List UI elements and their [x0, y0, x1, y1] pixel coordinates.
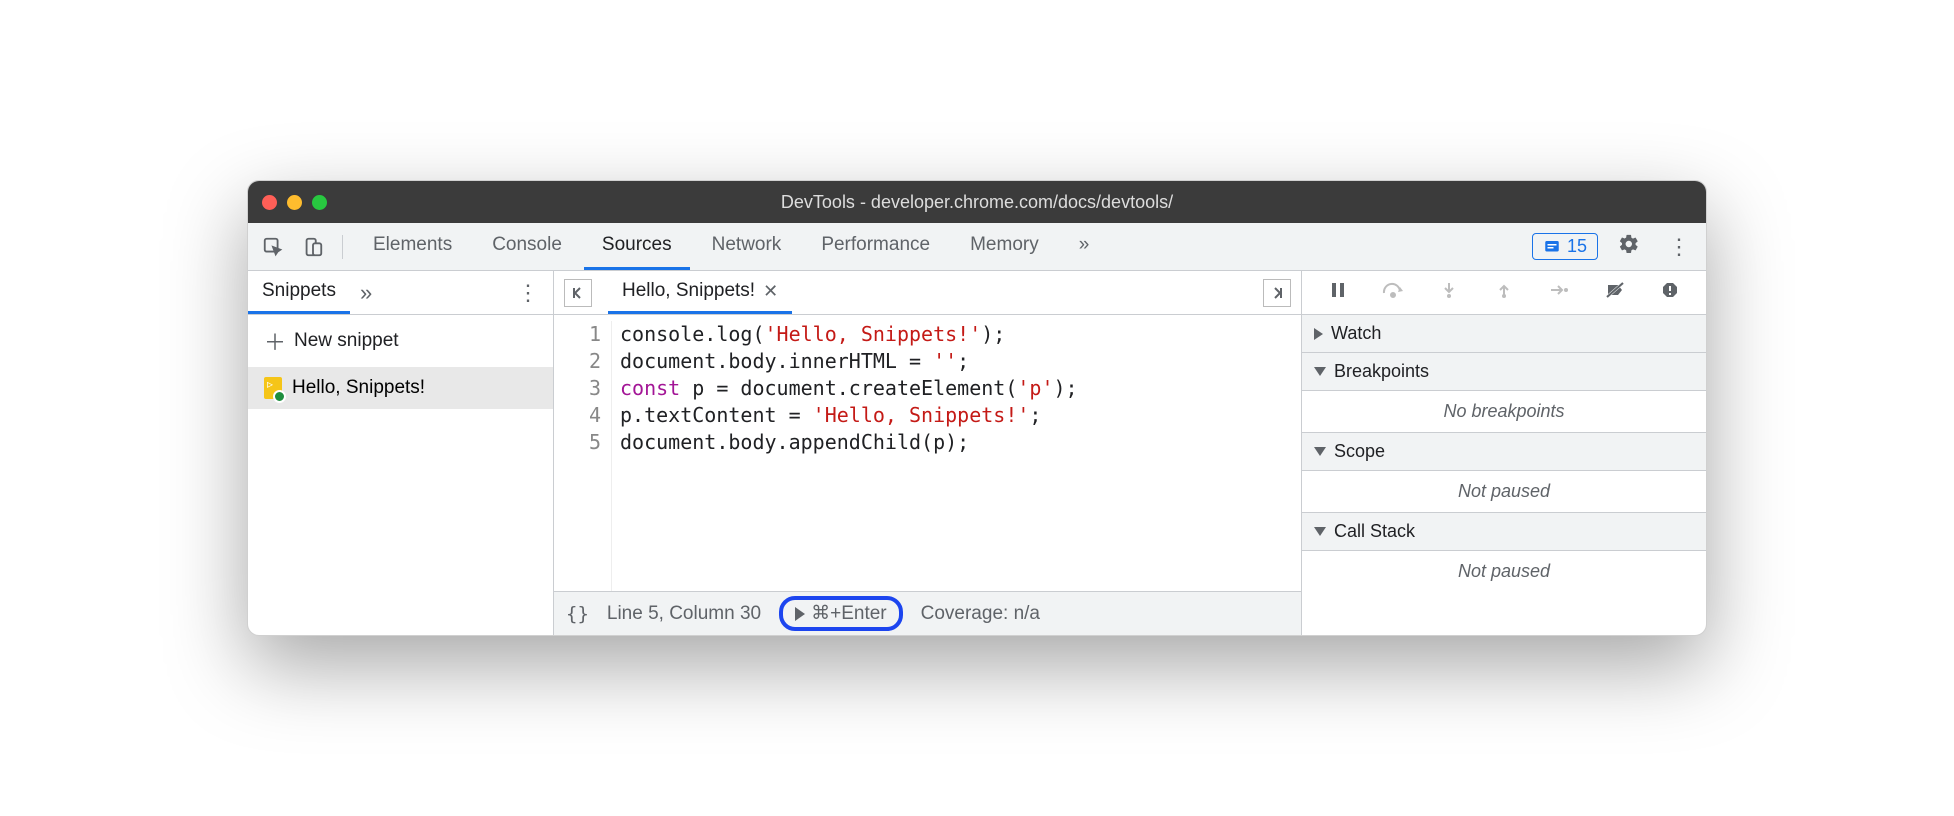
- main-toolbar: Elements Console Sources Network Perform…: [248, 223, 1706, 271]
- line-number: 1: [554, 321, 601, 348]
- editor-nav-forward-icon[interactable]: [1263, 279, 1291, 307]
- step-icon[interactable]: [1545, 281, 1573, 304]
- close-window-icon[interactable]: [262, 195, 277, 210]
- new-snippet-button[interactable]: ＋ New snippet: [248, 315, 553, 367]
- panel-tabs: Elements Console Sources Network Perform…: [355, 223, 1107, 270]
- line-number: 3: [554, 375, 601, 402]
- debugger-pane: Watch Breakpoints No breakpoints Scope N…: [1302, 271, 1706, 635]
- step-into-icon[interactable]: [1435, 281, 1463, 304]
- navigator-tabs-more[interactable]: »: [350, 280, 382, 306]
- breakpoints-label: Breakpoints: [1334, 361, 1429, 382]
- issues-icon: [1543, 238, 1561, 256]
- editor-tab-label: Hello, Snippets!: [622, 280, 755, 302]
- breakpoints-body: No breakpoints: [1302, 391, 1706, 433]
- snippet-item[interactable]: Hello, Snippets!: [248, 367, 553, 409]
- minimize-window-icon[interactable]: [287, 195, 302, 210]
- collapse-icon: [1314, 527, 1326, 536]
- tab-snippets[interactable]: Snippets: [248, 271, 350, 314]
- navigator-menu-icon[interactable]: ⋮: [503, 280, 553, 306]
- code-line[interactable]: console.log('Hello, Snippets!');: [620, 321, 1301, 348]
- code-line[interactable]: document.body.innerHTML = '';: [620, 348, 1301, 375]
- settings-icon[interactable]: [1610, 229, 1648, 265]
- toolbar-separator: [342, 235, 343, 259]
- scope-section-header[interactable]: Scope: [1302, 433, 1706, 471]
- line-number: 4: [554, 402, 601, 429]
- devtools-window: DevTools - developer.chrome.com/docs/dev…: [247, 180, 1707, 636]
- traffic-lights: [262, 195, 327, 210]
- tab-elements[interactable]: Elements: [355, 223, 470, 270]
- deactivate-breakpoints-icon[interactable]: [1601, 281, 1629, 304]
- run-snippet-button[interactable]: ⌘+Enter: [779, 596, 903, 631]
- new-snippet-label: New snippet: [294, 330, 399, 352]
- code-editor[interactable]: 12345 console.log('Hello, Snippets!');do…: [554, 315, 1301, 591]
- callstack-label: Call Stack: [1334, 521, 1415, 542]
- callstack-section-header[interactable]: Call Stack: [1302, 513, 1706, 551]
- play-icon: [795, 607, 805, 621]
- expand-icon: [1314, 328, 1323, 340]
- navigator-tabs: Snippets » ⋮: [248, 271, 553, 315]
- step-out-icon[interactable]: [1490, 281, 1518, 304]
- editor-pane: Hello, Snippets! ✕ 12345 console.log('He…: [554, 271, 1302, 635]
- code-line[interactable]: p.textContent = 'Hello, Snippets!';: [620, 402, 1301, 429]
- editor-tab[interactable]: Hello, Snippets! ✕: [608, 271, 792, 314]
- plus-icon: ＋: [264, 325, 286, 357]
- tab-console[interactable]: Console: [474, 223, 580, 270]
- callstack-body: Not paused: [1302, 551, 1706, 592]
- line-gutter: 12345: [554, 321, 612, 591]
- close-tab-icon[interactable]: ✕: [763, 281, 778, 302]
- editor-statusbar: {} Line 5, Column 30 ⌘+Enter Coverage: n…: [554, 591, 1301, 635]
- tab-memory[interactable]: Memory: [952, 223, 1057, 270]
- navigator-body: ＋ New snippet Hello, Snippets!: [248, 315, 553, 635]
- more-menu-icon[interactable]: ⋮: [1660, 230, 1698, 264]
- watch-label: Watch: [1331, 323, 1381, 344]
- code-line[interactable]: document.body.appendChild(p);: [620, 429, 1301, 456]
- line-number: 2: [554, 348, 601, 375]
- code-content[interactable]: console.log('Hello, Snippets!');document…: [612, 321, 1301, 591]
- pretty-print-icon[interactable]: {}: [566, 603, 589, 625]
- collapse-icon: [1314, 447, 1326, 456]
- step-over-icon[interactable]: [1379, 281, 1407, 304]
- snippet-item-label: Hello, Snippets!: [292, 377, 425, 399]
- tabs-more[interactable]: »: [1061, 223, 1108, 270]
- editor-tabbar: Hello, Snippets! ✕: [554, 271, 1301, 315]
- titlebar: DevTools - developer.chrome.com/docs/dev…: [248, 181, 1706, 223]
- editor-nav-back-icon[interactable]: [564, 279, 592, 307]
- main-area: Snippets » ⋮ ＋ New snippet Hello, Snippe…: [248, 271, 1706, 635]
- run-shortcut-label: ⌘+Enter: [811, 602, 887, 625]
- line-number: 5: [554, 429, 601, 456]
- issues-badge[interactable]: 15: [1532, 233, 1598, 260]
- tab-network[interactable]: Network: [694, 223, 800, 270]
- code-line[interactable]: const p = document.createElement('p');: [620, 375, 1301, 402]
- debugger-controls: [1302, 271, 1706, 315]
- pause-on-exceptions-icon[interactable]: [1656, 281, 1684, 304]
- navigator-pane: Snippets » ⋮ ＋ New snippet Hello, Snippe…: [248, 271, 554, 635]
- pause-icon[interactable]: [1324, 281, 1352, 304]
- collapse-icon: [1314, 367, 1326, 376]
- coverage-label: Coverage: n/a: [921, 603, 1040, 625]
- snippet-file-icon: [264, 377, 282, 399]
- scope-body: Not paused: [1302, 471, 1706, 513]
- zoom-window-icon[interactable]: [312, 195, 327, 210]
- issues-count: 15: [1567, 236, 1587, 257]
- cursor-position: Line 5, Column 30: [607, 603, 761, 625]
- toolbar-right: 15 ⋮: [1532, 229, 1698, 265]
- tab-performance[interactable]: Performance: [803, 223, 948, 270]
- watch-section-header[interactable]: Watch: [1302, 315, 1706, 353]
- scope-label: Scope: [1334, 441, 1385, 462]
- inspect-element-icon[interactable]: [256, 230, 290, 264]
- window-title: DevTools - developer.chrome.com/docs/dev…: [248, 192, 1706, 213]
- tab-sources[interactable]: Sources: [584, 223, 690, 270]
- device-toolbar-icon[interactable]: [296, 230, 330, 264]
- breakpoints-section-header[interactable]: Breakpoints: [1302, 353, 1706, 391]
